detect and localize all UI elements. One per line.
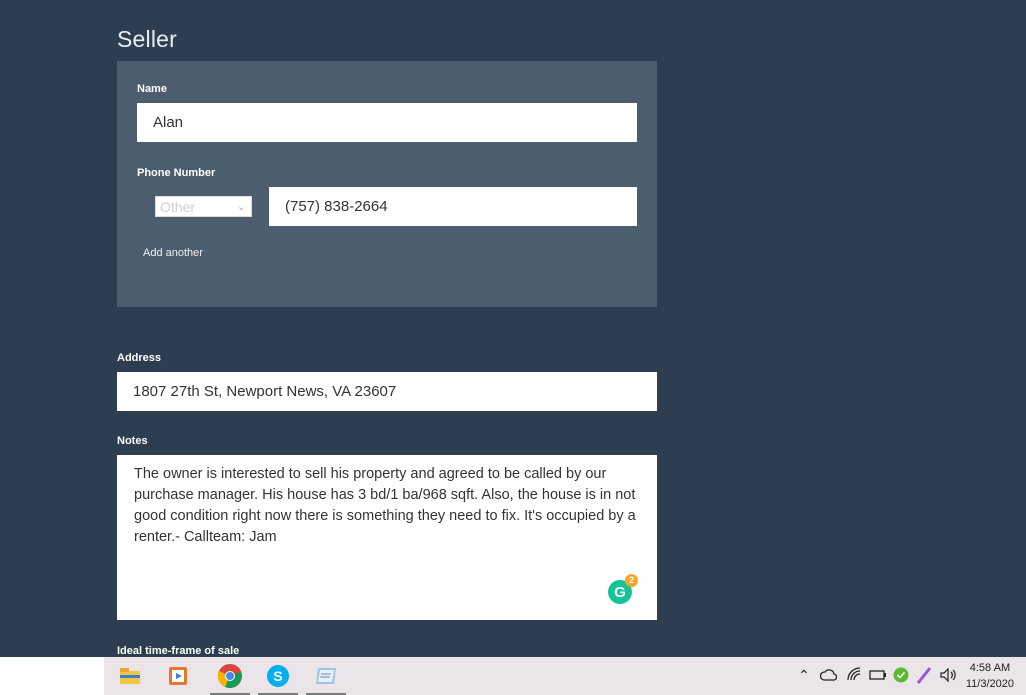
security-shield-icon[interactable] [893,667,909,686]
grammarly-letter: G [614,583,626,601]
notes-textarea[interactable]: The owner is interested to sell his prop… [117,455,657,620]
taskbar-blank-area [0,657,104,695]
seller-panel: Name Alan Phone Number Other ⌄ (757) 838… [117,61,657,307]
battery-icon[interactable] [869,668,887,684]
skype-icon[interactable]: S [254,657,302,695]
windows-taskbar: S ⌃ 4:58 AM 11/3/2020 [0,657,1026,695]
grammarly-icon[interactable]: G 2 [608,574,638,604]
chrome-icon[interactable] [206,657,254,695]
lead-form-page: Seller Name Alan Phone Number Other ⌄ (7… [0,0,1026,657]
clock-date: 11/3/2020 [965,678,1014,690]
chevron-down-icon: ⌄ [236,201,246,213]
address-input[interactable]: 1807 27th St, Newport News, VA 23607 [117,372,657,411]
clock-time: 4:58 AM [969,662,1011,674]
address-label: Address [117,352,162,364]
timeframe-label: Ideal time-frame of sale [117,645,240,657]
show-hidden-icons-chevron-icon[interactable]: ⌃ [798,667,810,684]
section-title-seller: Seller [117,26,178,52]
phone-number-input[interactable]: (757) 838-2664 [269,187,637,226]
wifi-icon[interactable] [846,666,862,685]
pen-icon[interactable] [916,666,932,687]
media-player-icon[interactable] [154,657,202,695]
name-label: Name [137,83,167,95]
phone-type-value: Other [160,198,196,215]
volume-icon[interactable] [940,667,958,685]
name-input[interactable]: Alan [137,103,637,142]
notes-label: Notes [117,435,148,447]
onedrive-cloud-icon[interactable] [819,668,838,684]
file-explorer-icon[interactable] [106,657,154,695]
notepad-icon[interactable] [302,657,350,695]
notes-text: The owner is interested to sell his prop… [134,466,636,545]
grammarly-count-badge: 2 [625,574,638,587]
system-clock[interactable]: 4:58 AM 11/3/2020 [966,660,1014,692]
skype-letter: S [267,665,289,687]
phone-number-label: Phone Number [137,167,216,179]
phone-type-select[interactable]: Other ⌄ [155,196,252,217]
add-another-phone-link[interactable]: Add another [143,247,203,259]
